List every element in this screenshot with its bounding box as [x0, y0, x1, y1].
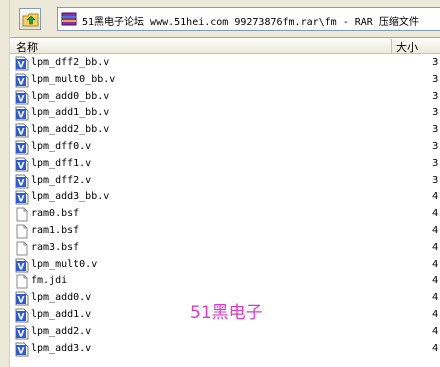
left-pane-edge	[0, 0, 10, 367]
file-name: lpm_add1_bb.v	[31, 107, 110, 119]
file-size: 3	[432, 107, 439, 119]
column-header-name[interactable]: 名称	[14, 39, 392, 54]
file-name: fm.jdi	[31, 275, 68, 287]
file-size: 3	[432, 90, 439, 102]
svg-text:V: V	[18, 128, 25, 138]
svg-text:V: V	[18, 195, 25, 205]
column-header: 名称 大小	[10, 38, 440, 54]
file-size: 4	[432, 258, 439, 270]
file-name: lpm_add2.v	[31, 325, 92, 337]
verilog-file-icon: V	[15, 291, 29, 306]
file-row[interactable]: Vlpm_mult0.v 4	[10, 257, 440, 274]
file-size: 4	[432, 325, 439, 337]
file-size: 4	[432, 208, 439, 220]
file-row[interactable]: Vlpm_add3.v 4	[10, 341, 440, 358]
file-name: ram3.bsf	[31, 241, 80, 253]
verilog-file-icon: V	[15, 174, 29, 189]
file-name: lpm_dff1.v	[31, 157, 92, 169]
file-name: lpm_mult0.v	[31, 258, 98, 270]
blank-file-icon	[15, 241, 29, 256]
file-row[interactable]: ram3.bsf 4	[10, 240, 440, 257]
svg-text:V: V	[18, 346, 25, 356]
file-row[interactable]: ram1.bsf 4	[10, 223, 440, 240]
file-name: lpm_mult0_bb.v	[31, 73, 116, 85]
file-name: lpm_dff0.v	[31, 141, 92, 152]
verilog-file-icon: V	[15, 140, 29, 155]
file-row[interactable]: Vlpm_dff2_bb.v 3	[10, 55, 440, 72]
file-name: ram1.bsf	[31, 225, 80, 236]
svg-text:V: V	[18, 296, 25, 306]
file-row[interactable]: ram0.bsf 4	[10, 206, 440, 223]
file-row[interactable]: Vlpm_dff2.v 3	[10, 173, 440, 190]
svg-text:V: V	[18, 178, 25, 188]
svg-text:V: V	[18, 145, 25, 155]
winrar-archive-icon	[61, 12, 77, 26]
file-name: ram0.bsf	[31, 208, 80, 220]
verilog-file-icon: V	[15, 190, 29, 205]
file-size: 3	[432, 174, 439, 186]
file-size: 3	[432, 157, 439, 169]
verilog-file-icon: V	[15, 56, 29, 71]
file-row[interactable]: Vlpm_add1_bb.v 3	[10, 105, 440, 122]
file-size: 4	[432, 191, 439, 203]
file-row[interactable]: Vlpm_dff1.v 3	[10, 156, 440, 173]
folder-up-icon	[22, 13, 39, 27]
file-size: 4	[432, 309, 439, 320]
file-size: 4	[432, 275, 439, 287]
file-size: 3	[432, 57, 439, 68]
svg-text:V: V	[18, 94, 25, 104]
verilog-file-icon: V	[15, 325, 29, 340]
verilog-file-icon: V	[15, 73, 29, 88]
file-size: 4	[432, 292, 439, 304]
blank-file-icon	[15, 274, 29, 289]
file-name: lpm_dff2.v	[31, 174, 92, 186]
verilog-file-icon: V	[15, 258, 29, 273]
file-row[interactable]: Vlpm_add2.v 4	[10, 324, 440, 341]
svg-text:V: V	[18, 111, 25, 121]
file-size: 3	[432, 141, 439, 152]
verilog-file-icon: V	[15, 308, 29, 323]
svg-text:V: V	[18, 61, 25, 71]
svg-text:V: V	[18, 161, 25, 171]
file-size: 4	[432, 342, 439, 354]
blank-file-icon	[15, 224, 29, 239]
verilog-file-icon: V	[15, 157, 29, 172]
file-name: lpm_add0_bb.v	[31, 90, 110, 102]
file-row[interactable]: Vlpm_mult0_bb.v 3	[10, 72, 440, 89]
verilog-file-icon: V	[15, 342, 29, 357]
address-path: 51黑电子论坛 www.51hei.com 99273876fm.rar\fm …	[82, 17, 419, 28]
file-name: lpm_add1.v	[31, 309, 92, 320]
svg-text:V: V	[18, 77, 25, 87]
svg-text:V: V	[18, 329, 25, 339]
file-name: lpm_add3.v	[31, 342, 92, 354]
file-row[interactable]: fm.jdi 4	[10, 273, 440, 290]
file-size: 3	[432, 124, 439, 136]
address-toolbar: 51黑电子论坛 www.51hei.com 99273876fm.rar\fm …	[0, 0, 440, 38]
file-name: lpm_dff2_bb.v	[31, 57, 110, 68]
file-row[interactable]: Vlpm_add0_bb.v 3	[10, 89, 440, 106]
file-row[interactable]: Vlpm_add2_bb.v 3	[10, 122, 440, 139]
verilog-file-icon: V	[15, 106, 29, 121]
watermark-text: 51黑电子	[190, 303, 263, 323]
file-row[interactable]: Vlpm_add3_bb.v 4	[10, 189, 440, 206]
svg-text:V: V	[18, 262, 25, 272]
svg-text:V: V	[18, 313, 25, 323]
file-size: 3	[432, 73, 439, 85]
file-name: lpm_add3_bb.v	[31, 191, 110, 203]
up-folder-button[interactable]	[19, 8, 41, 30]
file-name: lpm_add0.v	[31, 292, 92, 304]
verilog-file-icon: V	[15, 123, 29, 138]
blank-file-icon	[15, 207, 29, 222]
verilog-file-icon: V	[15, 90, 29, 105]
file-row[interactable]: Vlpm_dff0.v 3	[10, 139, 440, 156]
file-name: lpm_add2_bb.v	[31, 124, 110, 136]
column-header-size[interactable]: 大小	[396, 39, 418, 55]
address-field[interactable]: 51黑电子论坛 www.51hei.com 99273876fm.rar\fm …	[57, 7, 440, 31]
file-size: 4	[432, 241, 439, 253]
file-size: 4	[432, 225, 439, 236]
